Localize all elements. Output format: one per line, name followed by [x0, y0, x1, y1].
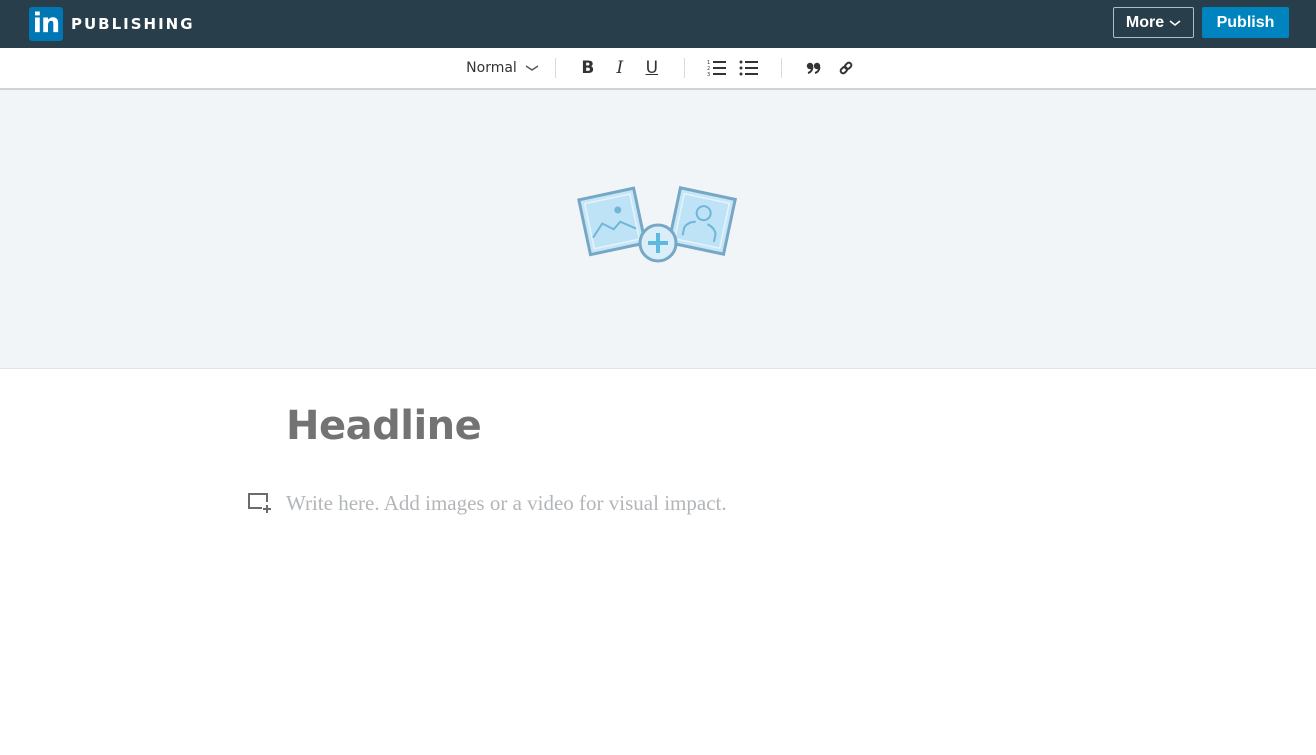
quote-icon: [806, 62, 821, 74]
text-style-value: Normal: [466, 60, 517, 76]
text-style-select[interactable]: Normal: [466, 60, 539, 76]
bulleted-list-icon: [739, 60, 758, 76]
top-navigation-bar: in PUBLISHING More Publish: [0, 0, 1316, 48]
toolbar-divider: [780, 58, 782, 78]
chevron-down-icon: [525, 65, 539, 71]
link-icon: [839, 61, 853, 75]
svg-text:3: 3: [707, 72, 710, 77]
toolbar-divider: [554, 58, 556, 78]
numbered-list-button[interactable]: 1 2 3: [701, 54, 733, 82]
bulleted-list-button[interactable]: [733, 54, 765, 82]
publish-button[interactable]: Publish: [1202, 7, 1289, 38]
headline-input[interactable]: Headline: [286, 403, 482, 449]
more-label: More: [1125, 13, 1165, 31]
more-button[interactable]: More: [1113, 7, 1194, 38]
link-button[interactable]: [830, 54, 862, 82]
italic-button[interactable]: I: [604, 54, 636, 82]
bold-button[interactable]: B: [572, 54, 604, 82]
linkedin-logo[interactable]: in: [29, 7, 63, 41]
formatting-toolbar: Normal B I U 1 2 3: [0, 48, 1316, 90]
brand[interactable]: in PUBLISHING: [29, 7, 195, 41]
underline-button[interactable]: U: [636, 54, 668, 82]
numbered-list-icon: 1 2 3: [707, 60, 726, 77]
add-cover-image-icon[interactable]: [576, 183, 740, 265]
chevron-down-icon: [1169, 19, 1181, 26]
quote-button[interactable]: [798, 54, 830, 82]
publishing-label: PUBLISHING: [71, 15, 195, 33]
article-body-input[interactable]: Write here. Add images or a video for vi…: [286, 491, 727, 516]
top-actions: More Publish: [1113, 7, 1289, 38]
add-media-icon[interactable]: [248, 493, 272, 513]
toolbar-divider: [683, 58, 685, 78]
